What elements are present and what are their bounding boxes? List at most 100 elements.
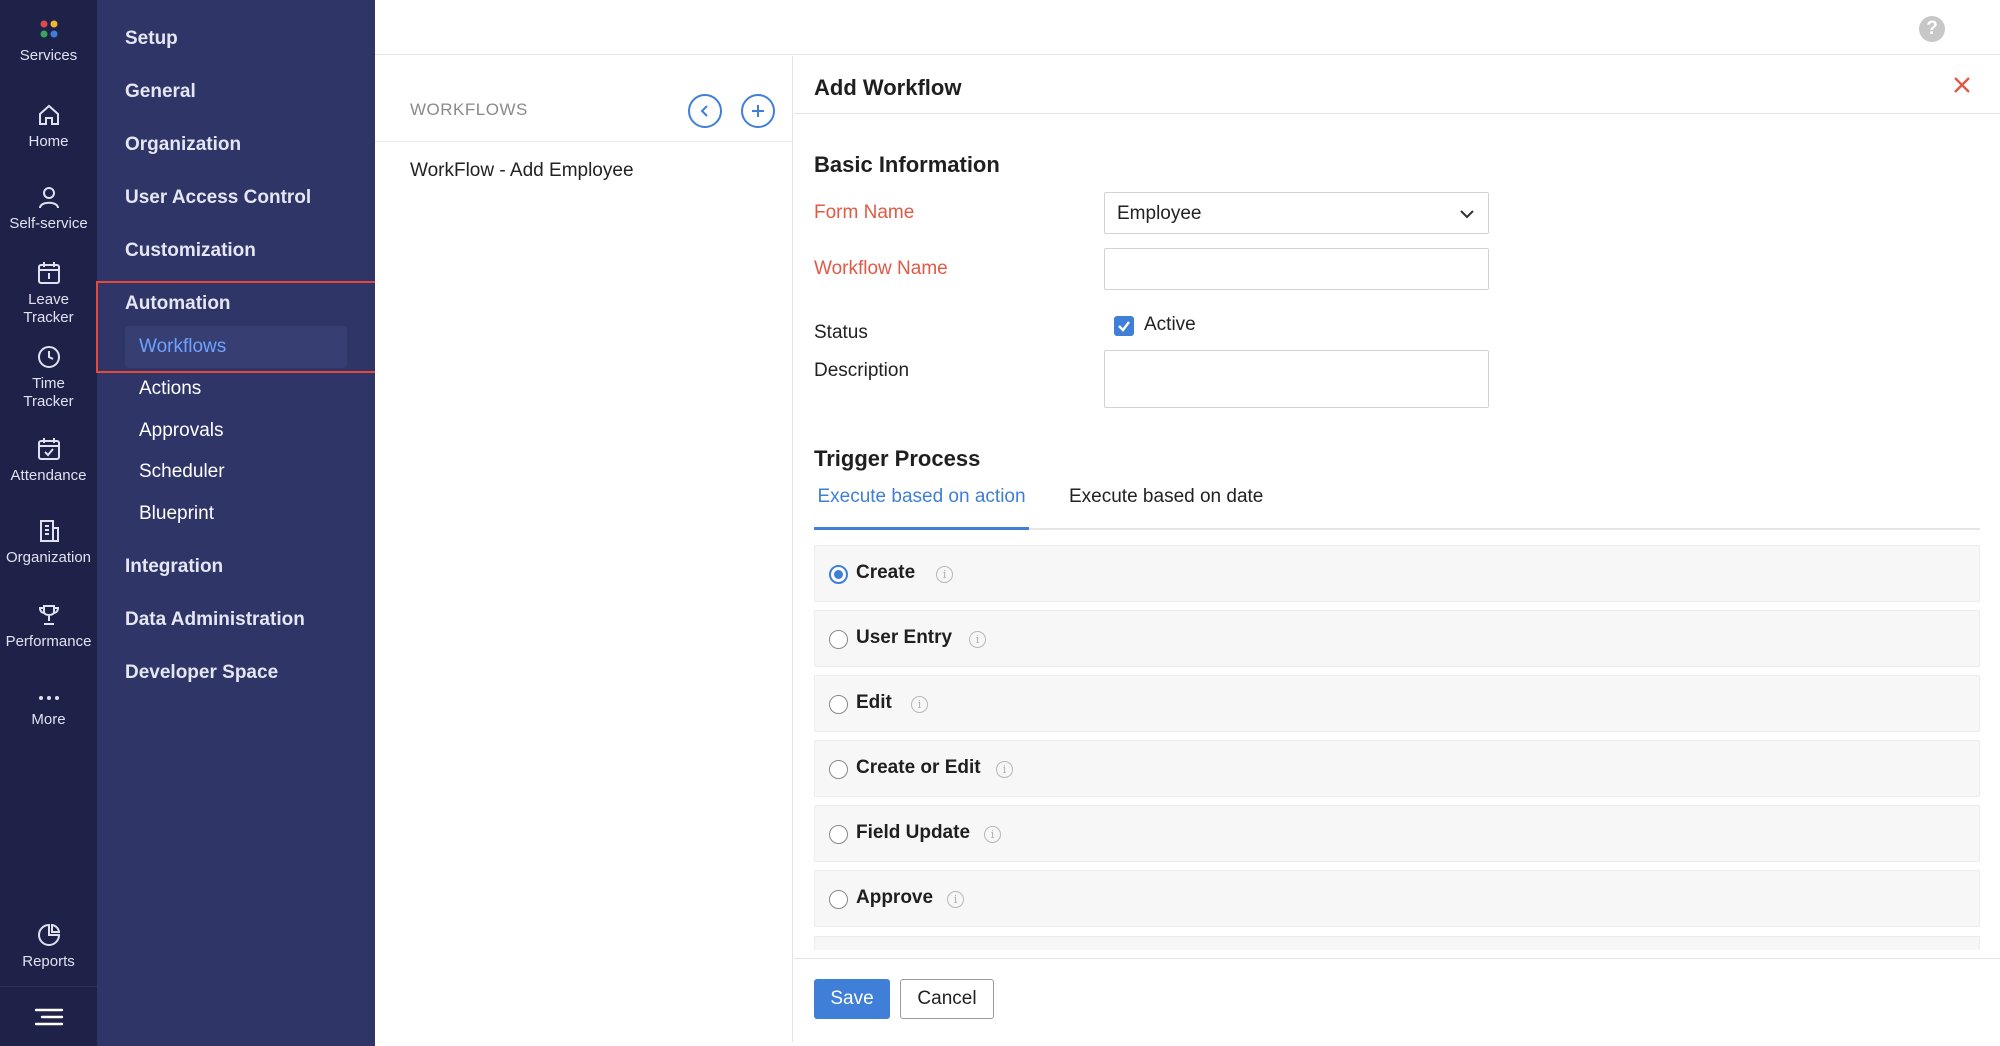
cancel-button[interactable]: Cancel bbox=[900, 979, 994, 1019]
rail-label: Leave Tracker bbox=[23, 291, 74, 326]
add-workflow-panel: Add Workflow Basic Information Form Name… bbox=[794, 56, 2000, 1046]
pie-chart-icon bbox=[37, 923, 60, 946]
radio[interactable] bbox=[829, 695, 848, 714]
trigger-option-approve[interactable]: Approve i bbox=[814, 870, 1980, 927]
top-bar: ? bbox=[375, 0, 2000, 55]
workflow-name-input[interactable] bbox=[1104, 248, 1489, 290]
panel-title: Add Workflow bbox=[814, 75, 962, 100]
sidebar-item-organization[interactable]: Organization bbox=[125, 134, 241, 156]
chevron-down-icon bbox=[1460, 210, 1474, 219]
rail-label: Services bbox=[19, 47, 78, 64]
form-name-value: Employee bbox=[1117, 203, 1202, 224]
basic-information-title: Basic Information bbox=[814, 152, 1000, 177]
form-name-label: Form Name bbox=[814, 202, 915, 223]
sidebar-subitem-blueprint[interactable]: Blueprint bbox=[139, 503, 214, 525]
rail-item-performance[interactable]: Performance bbox=[0, 602, 97, 651]
radio-selected[interactable] bbox=[829, 565, 848, 584]
status-active-label: Active bbox=[1144, 314, 1196, 335]
trigger-option-label: Edit bbox=[856, 692, 892, 713]
rail-label: Organization bbox=[5, 549, 92, 566]
radio[interactable] bbox=[829, 630, 848, 649]
sidebar-subitem-approvals[interactable]: Approvals bbox=[139, 420, 224, 442]
app-rail: Services Home Self-service Leave Tracker… bbox=[0, 0, 97, 1046]
panel-header: Add Workflow bbox=[794, 56, 2000, 114]
workflow-name-label: Workflow Name bbox=[814, 258, 948, 279]
home-icon bbox=[38, 104, 59, 125]
rail-item-organization[interactable]: Organization bbox=[0, 518, 97, 567]
trigger-option-label: Field Update bbox=[856, 822, 971, 843]
workflow-list-item[interactable]: WorkFlow - Add Employee bbox=[410, 160, 634, 182]
panel-footer: Save Cancel bbox=[794, 958, 2000, 1046]
trigger-tabs: Execute based on action Execute based on… bbox=[814, 476, 1980, 530]
rail-item-services[interactable]: Services bbox=[0, 18, 97, 65]
save-button[interactable]: Save bbox=[814, 979, 890, 1019]
sidebar-item-developer-space[interactable]: Developer Space bbox=[125, 662, 278, 684]
workflows-list-header: WORKFLOWS bbox=[375, 56, 793, 142]
sidebar-item-general[interactable]: General bbox=[125, 81, 196, 103]
rail-item-home[interactable]: Home bbox=[0, 102, 97, 151]
collapse-button[interactable] bbox=[688, 94, 722, 128]
trigger-option-label: Approve bbox=[856, 887, 934, 908]
rail-label: Reports bbox=[22, 953, 75, 970]
info-icon[interactable]: i bbox=[947, 891, 964, 908]
setup-sidebar: Setup General Organization User Access C… bbox=[97, 0, 375, 1046]
trigger-option-partial bbox=[814, 936, 1980, 950]
rail-menu-button[interactable] bbox=[0, 986, 97, 1046]
status-active-checkbox[interactable] bbox=[1114, 316, 1134, 336]
close-icon bbox=[1954, 77, 1970, 93]
close-button[interactable] bbox=[1950, 73, 1974, 97]
rail-label: Time Tracker bbox=[23, 375, 74, 410]
radio[interactable] bbox=[829, 890, 848, 909]
rail-item-time-tracker[interactable]: Time Tracker bbox=[0, 344, 97, 411]
radio[interactable] bbox=[829, 760, 848, 779]
status-label: Status bbox=[814, 322, 868, 343]
trophy-icon bbox=[38, 605, 59, 625]
add-workflow-button[interactable] bbox=[741, 94, 775, 128]
trigger-option-edit[interactable]: Edit i bbox=[814, 675, 1980, 732]
trigger-option-label: Create bbox=[856, 562, 916, 583]
sidebar-item-data-administration[interactable]: Data Administration bbox=[125, 609, 305, 631]
tab-execute-based-on-action[interactable]: Execute based on action bbox=[814, 486, 1029, 530]
trigger-option-user-entry[interactable]: User Entry i bbox=[814, 610, 1980, 667]
rail-item-more[interactable]: More bbox=[0, 690, 97, 729]
plus-icon bbox=[752, 105, 764, 117]
description-input[interactable] bbox=[1104, 350, 1489, 408]
rail-label: Attendance bbox=[10, 467, 87, 484]
trigger-option-create[interactable]: Create i bbox=[814, 545, 1980, 602]
sidebar-subitem-label: Workflows bbox=[139, 336, 227, 357]
clock-icon bbox=[37, 346, 60, 368]
description-label: Description bbox=[814, 360, 910, 381]
trigger-option-create-or-edit[interactable]: Create or Edit i bbox=[814, 740, 1980, 797]
info-icon[interactable]: i bbox=[996, 761, 1013, 778]
info-icon[interactable]: i bbox=[911, 696, 928, 713]
sidebar-item-setup[interactable]: Setup bbox=[125, 28, 178, 50]
info-icon[interactable]: i bbox=[936, 566, 953, 583]
radio[interactable] bbox=[829, 825, 848, 844]
trigger-option-label: User Entry bbox=[856, 627, 953, 648]
sidebar-item-customization[interactable]: Customization bbox=[125, 240, 256, 262]
trigger-option-field-update[interactable]: Field Update i bbox=[814, 805, 1980, 862]
help-icon[interactable]: ? bbox=[1919, 16, 1945, 42]
hamburger-icon bbox=[34, 1008, 63, 1025]
info-icon[interactable]: i bbox=[984, 826, 1001, 843]
rail-item-leave-tracker[interactable]: Leave Tracker bbox=[0, 260, 97, 327]
sidebar-item-user-access-control[interactable]: User Access Control bbox=[125, 187, 311, 209]
rail-label: Self-service bbox=[9, 215, 88, 232]
rail-item-attendance[interactable]: Attendance bbox=[0, 436, 97, 485]
building-icon bbox=[39, 520, 59, 542]
sidebar-item-automation[interactable]: Automation bbox=[125, 293, 231, 315]
rail-label: Performance bbox=[5, 633, 92, 650]
form-name-select[interactable]: Employee bbox=[1104, 192, 1489, 234]
tab-execute-based-on-date[interactable]: Execute based on date bbox=[1069, 486, 1263, 508]
rail-item-self-service[interactable]: Self-service bbox=[0, 184, 97, 233]
sidebar-subitem-scheduler[interactable]: Scheduler bbox=[139, 461, 225, 483]
rail-item-reports[interactable]: Reports bbox=[0, 922, 97, 971]
chevron-left-icon bbox=[700, 105, 708, 117]
calendar-icon bbox=[37, 262, 60, 284]
calendar-check-icon bbox=[37, 438, 60, 460]
info-icon[interactable]: i bbox=[969, 631, 986, 648]
sidebar-subitem-actions[interactable]: Actions bbox=[139, 378, 201, 400]
sidebar-item-integration[interactable]: Integration bbox=[125, 556, 223, 578]
sidebar-subitem-workflows[interactable]: Workflows bbox=[125, 326, 347, 368]
rail-label: More bbox=[31, 711, 66, 728]
